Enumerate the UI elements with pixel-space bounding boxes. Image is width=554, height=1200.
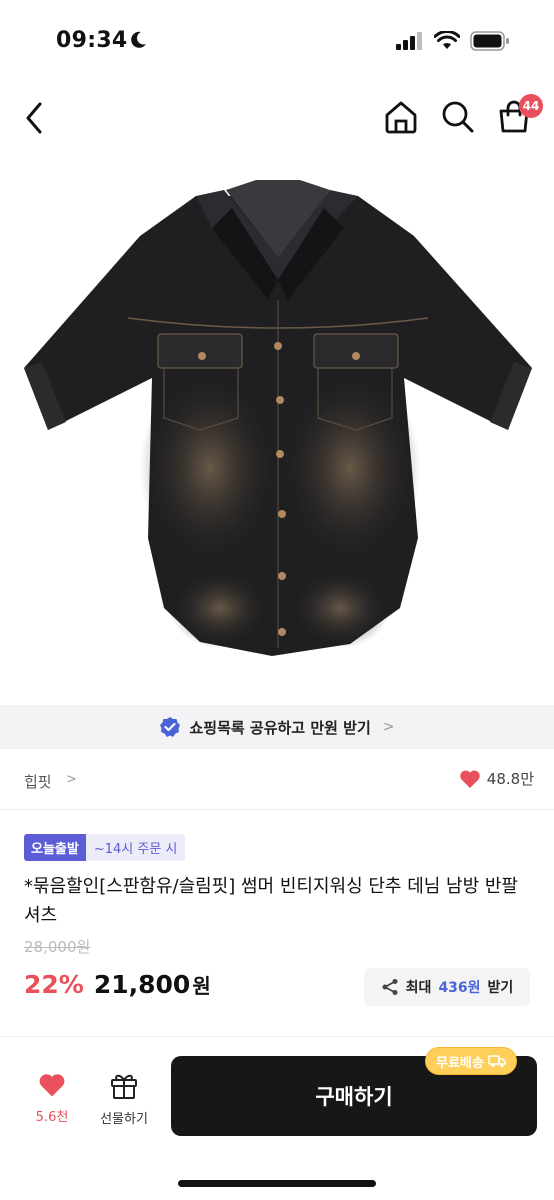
cart-count-badge: 44	[519, 94, 543, 118]
truck-icon	[488, 1055, 506, 1068]
battery-icon	[470, 31, 509, 51]
home-indicator	[178, 1180, 376, 1187]
share-list-banner[interactable]: 쇼핑목록 공유하고 만원 받기 >	[0, 705, 554, 749]
delivery-tags: 오늘출발 ~14시 주문 시	[24, 834, 186, 861]
shop-name-link[interactable]: 힙핏	[24, 771, 52, 792]
reward-suffix: 받기	[487, 980, 514, 996]
divider	[0, 1036, 554, 1037]
wifi-icon	[434, 31, 460, 49]
price-row: 22% 21,800 원	[24, 970, 211, 999]
reward-prefix: 최대	[405, 980, 432, 996]
reward-amount: 436원	[438, 980, 481, 996]
discount-rate: 22%	[24, 970, 84, 999]
bottom-action-bar: 5.6천 선물하기 구매하기 무료배송	[0, 1040, 554, 1200]
same-day-shipping-tag: 오늘출발	[24, 834, 86, 861]
share-reward-button[interactable]: 최대 436원 받기	[364, 968, 530, 1006]
free-shipping-badge: 무료배송	[425, 1047, 517, 1075]
shop-like-button[interactable]: 48.8만	[459, 768, 534, 789]
share-banner-text: 쇼핑목록 공유하고 만원 받기	[189, 718, 371, 737]
shop-like-count: 48.8만	[486, 770, 534, 788]
home-icon[interactable]	[383, 99, 419, 135]
order-deadline-tag: ~14시 주문 시	[85, 834, 186, 861]
top-nav-bar: 44	[0, 90, 554, 146]
heart-icon	[39, 1074, 65, 1097]
signal-icon	[396, 32, 422, 50]
shop-row: 힙핏 > 48.8만	[0, 752, 554, 810]
wishlist-count: 5.6천	[35, 1110, 69, 1125]
chevron-left-icon[interactable]	[20, 98, 50, 138]
gift-button[interactable]: 선물하기	[92, 1070, 156, 1127]
wishlist-button[interactable]: 5.6천	[28, 1072, 76, 1125]
search-icon[interactable]	[440, 99, 476, 135]
status-bar: 09:34	[0, 0, 554, 80]
moon-icon	[131, 31, 146, 48]
status-time: 09:34	[56, 28, 128, 53]
gift-icon	[111, 1074, 137, 1099]
product-image[interactable]	[0, 168, 554, 688]
share-icon	[382, 979, 398, 995]
product-title: *묶음할인[스판함유/슬림핏] 썸머 빈티지워싱 단추 데님 남방 반팔셔츠	[24, 876, 518, 926]
sale-price: 21,800	[93, 970, 191, 999]
price-unit: 원	[192, 974, 211, 998]
heart-icon	[460, 770, 480, 788]
chevron-right-icon: >	[66, 772, 77, 787]
chevron-right-icon: >	[382, 719, 395, 735]
original-price: 28,000원	[24, 938, 91, 956]
free-shipping-label: 무료배송	[436, 1055, 484, 1071]
gift-label: 선물하기	[100, 1112, 148, 1127]
verified-badge-icon	[160, 717, 181, 737]
